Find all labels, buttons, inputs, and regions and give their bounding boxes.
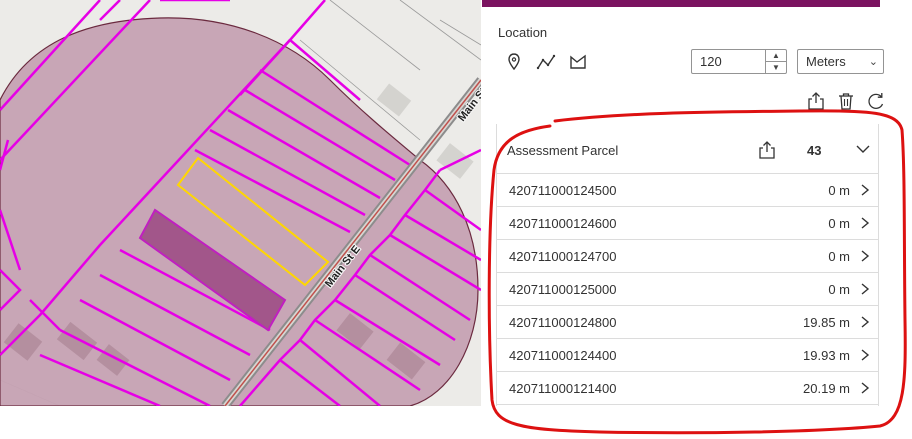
polyline-icon[interactable] <box>536 52 556 72</box>
result-row[interactable]: 420711000124400 19.93 m <box>497 339 878 372</box>
result-row[interactable]: 420711000124500 0 m <box>497 174 878 207</box>
results-header[interactable]: Assessment Parcel 43 <box>497 124 878 174</box>
polygon-icon[interactable] <box>568 52 588 72</box>
parcel-distance: 0 m <box>828 216 850 231</box>
layer-title: Assessment Parcel <box>507 143 619 158</box>
stepper-down-icon[interactable]: ▼ <box>766 61 786 73</box>
result-row[interactable]: 420711000121400 20.19 m <box>497 372 878 405</box>
map-canvas[interactable]: Main St E Main St <box>0 0 481 406</box>
parcel-id: 420711000124800 <box>509 315 617 330</box>
result-count: 43 <box>807 143 822 158</box>
units-selected-value: Meters <box>806 54 846 69</box>
units-select[interactable]: Meters ⌄ <box>797 49 884 74</box>
chevron-right-icon <box>861 184 870 196</box>
result-row[interactable]: 420711000125000 0 m <box>497 273 878 306</box>
chevron-down-icon: ⌄ <box>868 56 878 68</box>
chevron-right-icon <box>861 349 870 361</box>
parcel-distance: 20.19 m <box>803 381 850 396</box>
chevron-right-icon <box>861 283 870 295</box>
result-row[interactable]: 420711000124600 0 m <box>497 207 878 240</box>
parcel-id: 420711000125000 <box>509 282 617 297</box>
stepper-up-icon[interactable]: ▲ <box>766 50 786 61</box>
proximity-panel: Location ▲ ▼ Meters ⌄ Assessment Parcel <box>482 0 912 439</box>
panel-header-bar <box>482 0 880 7</box>
layer-export-icon[interactable] <box>757 140 777 160</box>
map-view[interactable]: Main St E Main St <box>0 0 481 406</box>
results-list: Assessment Parcel 43 420711000124500 0 m… <box>496 124 879 406</box>
trash-icon[interactable] <box>836 91 856 111</box>
parcel-distance: 0 m <box>828 282 850 297</box>
chevron-right-icon <box>861 250 870 262</box>
collapse-chevron-icon[interactable] <box>855 141 871 157</box>
result-row[interactable]: 420711000124700 0 m <box>497 240 878 273</box>
distance-input-group: ▲ ▼ <box>691 49 787 74</box>
parcel-id: 420711000124500 <box>509 183 617 198</box>
result-row[interactable]: 420711000124800 19.85 m <box>497 306 878 339</box>
parcel-distance: 19.93 m <box>803 348 850 363</box>
chevron-right-icon <box>861 316 870 328</box>
parcel-id: 420711000121400 <box>509 381 617 396</box>
refresh-icon[interactable] <box>866 91 886 111</box>
chevron-right-icon <box>861 382 870 394</box>
parcel-distance: 0 m <box>828 183 850 198</box>
parcel-id: 420711000124700 <box>509 249 617 264</box>
parcel-distance: 19.85 m <box>803 315 850 330</box>
export-icon[interactable] <box>806 91 826 111</box>
distance-input[interactable] <box>696 51 774 72</box>
point-icon[interactable] <box>504 52 524 72</box>
parcel-distance: 0 m <box>828 249 850 264</box>
location-label: Location <box>498 25 548 40</box>
distance-stepper[interactable]: ▲ ▼ <box>765 50 786 73</box>
parcel-id: 420711000124400 <box>509 348 617 363</box>
parcel-id: 420711000124600 <box>509 216 617 231</box>
chevron-right-icon <box>861 217 870 229</box>
